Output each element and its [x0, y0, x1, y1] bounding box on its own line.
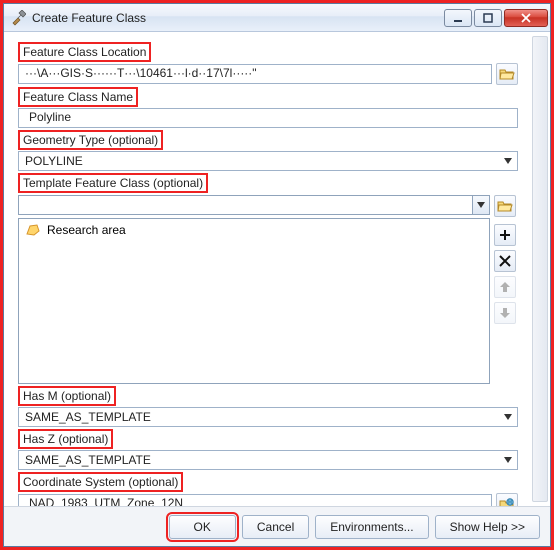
move-up-button[interactable] [494, 276, 516, 298]
remove-button[interactable] [494, 250, 516, 272]
x-icon [499, 255, 511, 267]
hasm-dropdown[interactable]: SAME_AS_TEMPLATE [18, 407, 518, 427]
label-hasz: Has Z (optional) [18, 429, 113, 449]
maximize-button[interactable] [474, 9, 502, 27]
plus-icon [499, 229, 511, 241]
label-template: Template Feature Class (optional) [18, 173, 208, 193]
label-hasm: Has M (optional) [18, 386, 116, 406]
label-geom: Geometry Type (optional) [18, 130, 163, 150]
chevron-down-icon [501, 410, 515, 424]
arrow-down-icon [499, 307, 511, 319]
label-location: Feature Class Location [18, 42, 151, 62]
template-listbox[interactable]: Research area [18, 218, 490, 384]
geom-type-value: POLYLINE [25, 154, 83, 168]
chevron-down-icon [472, 196, 489, 214]
chevron-down-icon [501, 154, 515, 168]
coord-input[interactable]: NAD_1983_UTM_Zone_12N [18, 494, 492, 506]
button-bar: OK Cancel Environments... Show Help >> [4, 506, 550, 546]
label-coord: Coordinate System (optional) [18, 472, 183, 492]
environments-button[interactable]: Environments... [315, 515, 428, 539]
geom-type-dropdown[interactable]: POLYLINE [18, 151, 518, 171]
content-area: Feature Class Location ···\A···GIS·S····… [4, 32, 550, 506]
location-input[interactable]: ···\A···GIS·S······T···\10461···l·d··17\… [18, 64, 492, 84]
browse-coord-button[interactable] [496, 493, 518, 506]
hammer-icon [10, 10, 26, 26]
arrow-up-icon [499, 281, 511, 293]
polygon-icon [25, 223, 41, 237]
globe-folder-icon [499, 497, 515, 506]
close-button[interactable] [504, 9, 548, 27]
window-title: Create Feature Class [32, 11, 444, 25]
browse-template-button[interactable] [494, 195, 516, 217]
list-item[interactable]: Research area [19, 219, 489, 241]
hasm-value: SAME_AS_TEMPLATE [25, 410, 151, 424]
ok-button[interactable]: OK [169, 515, 236, 539]
add-button[interactable] [494, 224, 516, 246]
hasz-value: SAME_AS_TEMPLATE [25, 453, 151, 467]
cancel-button[interactable]: Cancel [242, 515, 309, 539]
show-help-button[interactable]: Show Help >> [435, 515, 540, 539]
label-name: Feature Class Name [18, 87, 138, 107]
minimize-button[interactable] [444, 9, 472, 27]
hasz-dropdown[interactable]: SAME_AS_TEMPLATE [18, 450, 518, 470]
chevron-down-icon [501, 453, 515, 467]
move-down-button[interactable] [494, 302, 516, 324]
folder-open-icon [497, 199, 513, 213]
folder-open-icon [499, 67, 515, 81]
titlebar: Create Feature Class [4, 4, 550, 32]
name-input[interactable]: Polyline [18, 108, 518, 128]
list-item-label: Research area [47, 223, 126, 237]
dialog-window: Create Feature Class Feature Class Locat… [3, 3, 551, 547]
browse-location-button[interactable] [496, 63, 518, 85]
template-combo[interactable] [18, 195, 490, 215]
vertical-scrollbar[interactable] [532, 36, 548, 502]
